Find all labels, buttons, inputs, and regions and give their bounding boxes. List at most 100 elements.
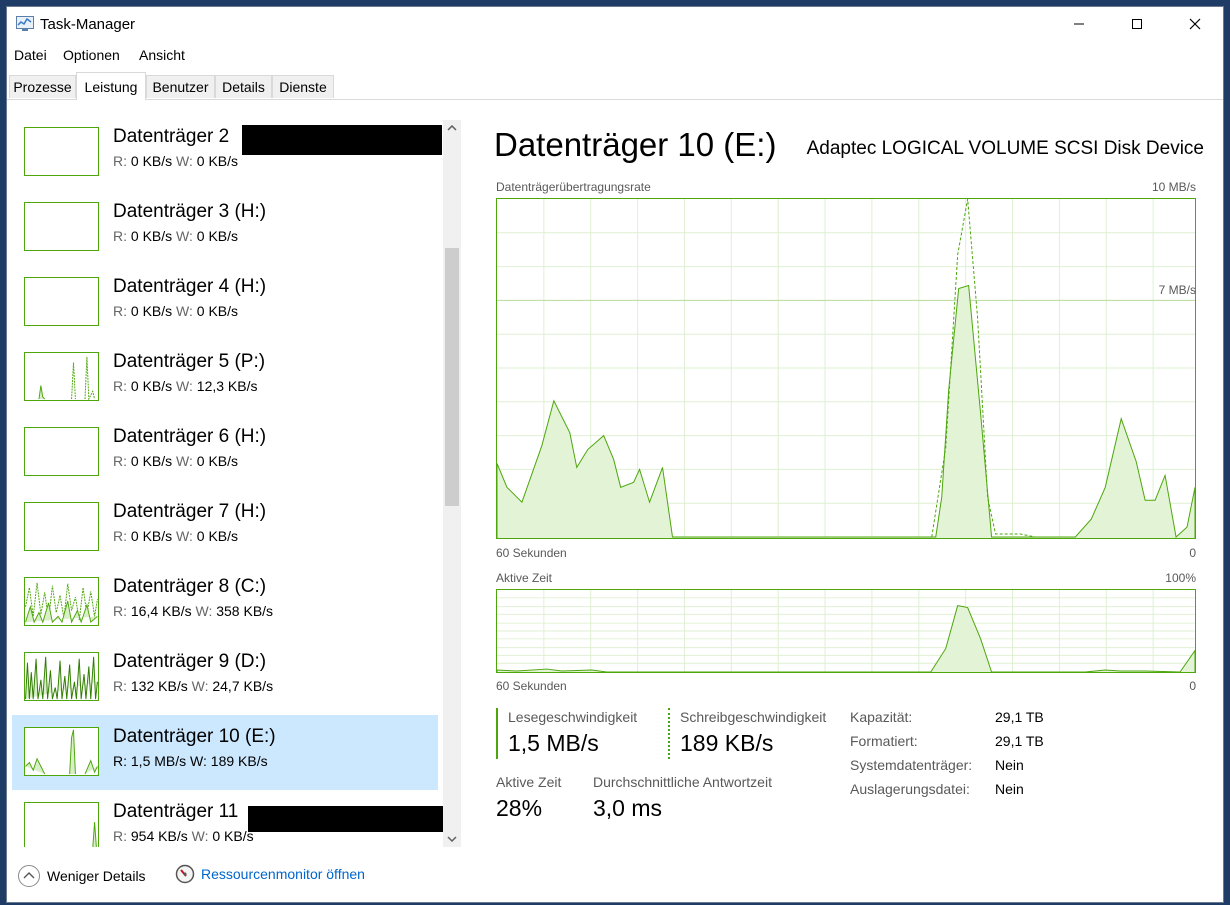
disk-item-10-selected[interactable]: Datenträger 10 (E:) R: 1,5 MB/s W: 189 K… <box>12 715 438 790</box>
read-speed-value: 1,5 MB/s <box>508 730 599 756</box>
read-speed-marker <box>496 708 498 759</box>
disk-name: Datenträger 3 (H:) <box>113 201 267 222</box>
transfer-rate-graph <box>496 198 1196 539</box>
response-time-value: 3,0 ms <box>593 795 663 821</box>
menu-bar: Datei Optionen Ansicht <box>7 45 1223 67</box>
disk-name: Datenträger 8 (C:) <box>113 576 267 597</box>
chevron-up-circle-icon <box>18 865 40 887</box>
tab-dienste[interactable]: Dienste <box>272 75 334 98</box>
write-speed-label: Schreibgeschwindigkeit <box>680 709 827 725</box>
chevron-up-icon <box>447 125 457 131</box>
disk-name: Datenträger 5 (P:) <box>113 351 266 372</box>
tab-details[interactable]: Details <box>215 75 272 98</box>
read-speed-label: Lesegeschwindigkeit <box>508 709 638 725</box>
redaction-block <box>248 806 444 832</box>
transfer-rate-max: 10 MB/s <box>1151 180 1196 194</box>
disk-item-7[interactable]: Datenträger 7 (H:) R: 0 KB/s W: 0 KB/s <box>12 490 438 565</box>
active-time-max: 100% <box>1165 571 1196 585</box>
resource-monitor-icon <box>175 864 195 884</box>
active-time-min: 0 <box>1189 679 1196 693</box>
resource-monitor-link[interactable]: Ressourcenmonitor öffnen <box>175 864 365 884</box>
disk-name: Datenträger 6 (H:) <box>113 426 267 447</box>
scroll-up-arrow[interactable] <box>443 120 461 136</box>
disk-rw-stats: R: 0 KB/s W: 0 KB/s <box>113 228 239 244</box>
maximize-button[interactable] <box>1108 7 1166 41</box>
formatted-value: 29,1 TB <box>995 733 1044 749</box>
window-title: Task-Manager <box>40 16 136 33</box>
disk-title: Datenträger 10 (E:) <box>494 126 777 163</box>
disk-item-6[interactable]: Datenträger 6 (H:) R: 0 KB/s W: 0 KB/s <box>12 415 438 490</box>
disk-item-9[interactable]: Datenträger 9 (D:) R: 132 KB/s W: 24,7 K… <box>12 640 438 715</box>
response-time-label: Durchschnittliche Antwortzeit <box>593 774 772 790</box>
disk-thumbnail-graph <box>24 427 99 476</box>
disk-item-8[interactable]: Datenträger 8 (C:) R: 16,4 KB/s W: 358 K… <box>12 565 438 640</box>
tab-bar: Prozesse Leistung Benutzer Details Diens… <box>7 72 1223 100</box>
disk-thumbnail-graph <box>24 727 99 776</box>
disk-rw-stats: R: 1,5 MB/s W: 189 KB/s <box>113 753 268 769</box>
active-time-graph <box>496 589 1196 673</box>
menu-datei[interactable]: Datei <box>14 47 47 63</box>
disk-thumbnail-graph <box>24 577 99 626</box>
system-disk-value: Nein <box>995 757 1024 773</box>
disk-item-3[interactable]: Datenträger 3 (H:) R: 0 KB/s W: 0 KB/s <box>12 190 438 265</box>
disk-thumbnail-graph <box>24 502 99 551</box>
disk-rw-stats: R: 16,4 KB/s W: 358 KB/s <box>113 603 274 619</box>
fewer-details-label: Weniger Details <box>47 868 146 884</box>
disk-name: Datenträger 11 <box>113 801 239 822</box>
disk-rw-stats: R: 132 KB/s W: 24,7 KB/s <box>113 678 274 694</box>
disk-item-2[interactable]: Datenträger 2 R: 0 KB/s W: 0 KB/s <box>12 115 442 190</box>
active-time-graph-label: Aktive Zeit <box>496 571 553 585</box>
capacity-label: Kapazität: <box>850 709 913 725</box>
redaction-block <box>242 125 442 155</box>
active-time-timespan: 60 Sekunden <box>496 679 567 693</box>
maximize-icon <box>1132 19 1142 29</box>
write-speed-marker <box>668 708 670 759</box>
disk-rw-stats: R: 0 KB/s W: 0 KB/s <box>113 153 239 169</box>
capacity-value: 29,1 TB <box>995 709 1044 725</box>
disk-thumbnail-graph <box>24 202 99 251</box>
formatted-label: Formatiert: <box>850 733 918 749</box>
disk-name: Datenträger 10 (E:) <box>113 726 276 747</box>
disk-item-5[interactable]: Datenträger 5 (P:) R: 0 KB/s W: 12,3 KB/… <box>12 340 438 415</box>
tab-leistung[interactable]: Leistung <box>76 72 146 100</box>
disk-name: Datenträger 9 (D:) <box>113 651 267 672</box>
disk-list: Datenträger 2 R: 0 KB/s W: 0 KB/s Datent… <box>7 100 465 847</box>
page-file-value: Nein <box>995 781 1024 797</box>
resource-monitor-label: Ressourcenmonitor öffnen <box>201 866 365 882</box>
transfer-rate-label: Datenträgerübertragungsrate <box>496 180 651 194</box>
disk-name: Datenträger 4 (H:) <box>113 276 267 297</box>
menu-optionen[interactable]: Optionen <box>63 47 120 63</box>
disk-thumbnail-graph <box>24 352 99 401</box>
system-disk-label: Systemdatenträger: <box>850 757 973 773</box>
disk-rw-stats: R: 0 KB/s W: 0 KB/s <box>113 528 239 544</box>
disk-name: Datenträger 7 (H:) <box>113 501 267 522</box>
transfer-rate-mid: 7 MB/s <box>1158 283 1196 297</box>
title-bar: Task-Manager <box>7 7 1223 45</box>
write-speed-value: 189 KB/s <box>680 730 774 756</box>
minimize-icon <box>1074 23 1084 25</box>
fewer-details-button[interactable]: Weniger Details <box>17 864 146 888</box>
disk-list-scrollbar[interactable] <box>443 120 461 847</box>
task-manager-window: Task-Manager Datei Optionen Ansicht Proz… <box>6 6 1224 903</box>
menu-ansicht[interactable]: Ansicht <box>139 47 185 63</box>
disk-rw-stats: R: 0 KB/s W: 0 KB/s <box>113 303 239 319</box>
scroll-thumb[interactable] <box>445 248 459 506</box>
disk-detail-panel: Datenträger 10 (E:) Adaptec LOGICAL VOLU… <box>477 100 1217 847</box>
transfer-rate-timespan: 60 Sekunden <box>496 546 567 560</box>
tab-benutzer[interactable]: Benutzer <box>146 75 215 98</box>
chevron-down-icon <box>447 836 457 842</box>
disk-thumbnail-graph <box>24 277 99 326</box>
minimize-button[interactable] <box>1050 7 1108 41</box>
disk-rw-stats: R: 954 KB/s W: 0 KB/s <box>113 828 254 844</box>
page-file-label: Auslagerungsdatei: <box>850 781 970 797</box>
transfer-rate-min: 0 <box>1189 546 1196 560</box>
footer-bar: Weniger Details Ressourcenmonitor öffnen <box>7 859 1223 899</box>
disk-item-11[interactable]: Datenträger 11 R: 954 KB/s W: 0 KB/s <box>12 790 444 847</box>
device-name: Adaptec LOGICAL VOLUME SCSI Disk Device <box>806 138 1204 159</box>
close-button[interactable] <box>1166 7 1223 41</box>
disk-item-4[interactable]: Datenträger 4 (H:) R: 0 KB/s W: 0 KB/s <box>12 265 438 340</box>
close-icon <box>1189 18 1201 30</box>
disk-rw-stats: R: 0 KB/s W: 12,3 KB/s <box>113 378 258 394</box>
scroll-down-arrow[interactable] <box>443 831 461 847</box>
tab-prozesse[interactable]: Prozesse <box>9 75 76 98</box>
